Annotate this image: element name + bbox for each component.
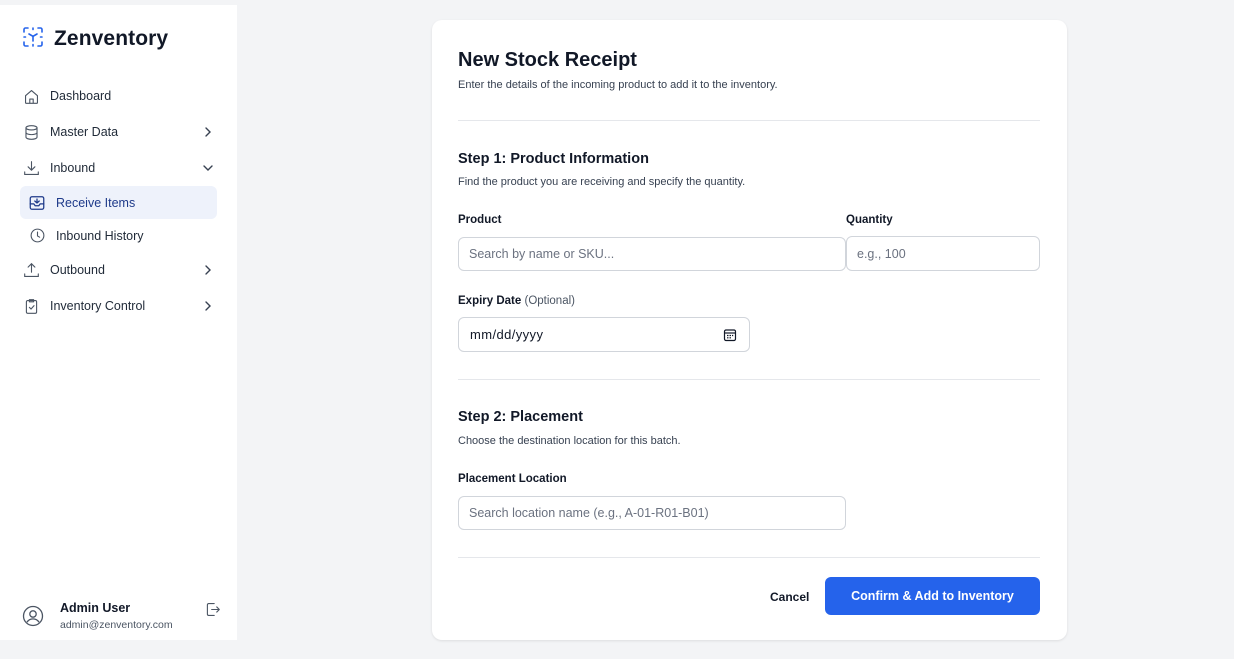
home-icon bbox=[22, 87, 40, 105]
clipboard-check-icon bbox=[22, 297, 40, 315]
user-name: Admin User bbox=[60, 600, 131, 615]
user-info: Admin User admin@zenventory.com bbox=[60, 601, 173, 632]
chevron-down-icon bbox=[201, 161, 215, 175]
product-search-input[interactable] bbox=[458, 237, 846, 271]
sidebar: Zenventory Dashboard Master Data Inbound… bbox=[0, 5, 237, 640]
sidebar-item-label: Dashboard bbox=[50, 89, 112, 103]
step1-title: Step 1: Product Information bbox=[458, 151, 649, 167]
expiry-label-text: Expiry Date bbox=[458, 295, 522, 307]
sidebar-item-inbound[interactable]: Inbound bbox=[0, 150, 237, 186]
brand[interactable]: Zenventory bbox=[22, 25, 168, 53]
sidebar-nav: Dashboard Master Data Inbound Receive It… bbox=[0, 78, 237, 324]
confirm-add-button[interactable]: Confirm & Add to Inventory bbox=[825, 577, 1040, 615]
expiry-date-value: mm/dd/yyyy bbox=[470, 327, 544, 342]
sidebar-item-dashboard[interactable]: Dashboard bbox=[0, 78, 237, 114]
stock-receipt-card: New Stock Receipt Enter the details of t… bbox=[432, 20, 1067, 640]
step2-subtitle: Choose the destination location for this… bbox=[458, 435, 681, 447]
step2-title: Step 2: Placement bbox=[458, 409, 583, 425]
placement-location-input[interactable] bbox=[458, 496, 846, 530]
sidebar-subitem-label: Receive Items bbox=[56, 195, 136, 210]
page-title: New Stock Receipt bbox=[458, 49, 637, 71]
user-email: admin@zenventory.com bbox=[60, 618, 173, 631]
database-icon bbox=[22, 123, 40, 141]
sidebar-item-label: Inventory Control bbox=[50, 299, 146, 313]
sidebar-item-label: Master Data bbox=[50, 125, 119, 139]
quantity-input[interactable] bbox=[846, 236, 1040, 271]
upload-icon bbox=[22, 261, 40, 279]
expiry-optional-text: (Optional) bbox=[524, 295, 575, 307]
clock-icon bbox=[28, 227, 46, 245]
expiry-label: Expiry Date (Optional) bbox=[458, 295, 575, 307]
divider bbox=[458, 557, 1040, 558]
chevron-right-icon bbox=[201, 125, 215, 139]
cancel-button[interactable]: Cancel bbox=[762, 585, 817, 609]
sidebar-item-outbound[interactable]: Outbound bbox=[0, 252, 237, 288]
chevron-right-icon bbox=[201, 299, 215, 313]
page-subtitle: Enter the details of the incoming produc… bbox=[458, 79, 778, 91]
calendar-icon[interactable] bbox=[723, 328, 737, 342]
logout-icon[interactable] bbox=[204, 601, 222, 619]
app-title: Zenventory bbox=[54, 27, 169, 50]
sidebar-item-inbound-history[interactable]: Inbound History bbox=[20, 219, 217, 252]
download-icon bbox=[22, 159, 40, 177]
product-label: Product bbox=[458, 214, 502, 226]
divider bbox=[458, 379, 1040, 380]
sidebar-item-inventory-control[interactable]: Inventory Control bbox=[0, 288, 237, 324]
placement-location-label: Placement Location bbox=[458, 473, 567, 485]
sidebar-item-label: Outbound bbox=[50, 263, 105, 277]
step1-subtitle: Find the product you are receiving and s… bbox=[458, 176, 746, 188]
chevron-right-icon bbox=[201, 263, 215, 277]
user-avatar-icon bbox=[22, 605, 44, 627]
divider bbox=[458, 120, 1040, 121]
user-profile: Admin User admin@zenventory.com bbox=[22, 596, 222, 636]
sidebar-subitem-label: Inbound History bbox=[56, 228, 144, 243]
expiry-date-input[interactable]: mm/dd/yyyy bbox=[458, 317, 750, 352]
cube-scan-icon bbox=[22, 26, 44, 53]
sidebar-item-master-data[interactable]: Master Data bbox=[0, 114, 237, 150]
quantity-label: Quantity bbox=[846, 214, 893, 226]
inbox-download-icon bbox=[28, 194, 46, 212]
sidebar-item-receive-items[interactable]: Receive Items bbox=[20, 186, 217, 219]
sidebar-item-label: Inbound bbox=[50, 161, 96, 175]
